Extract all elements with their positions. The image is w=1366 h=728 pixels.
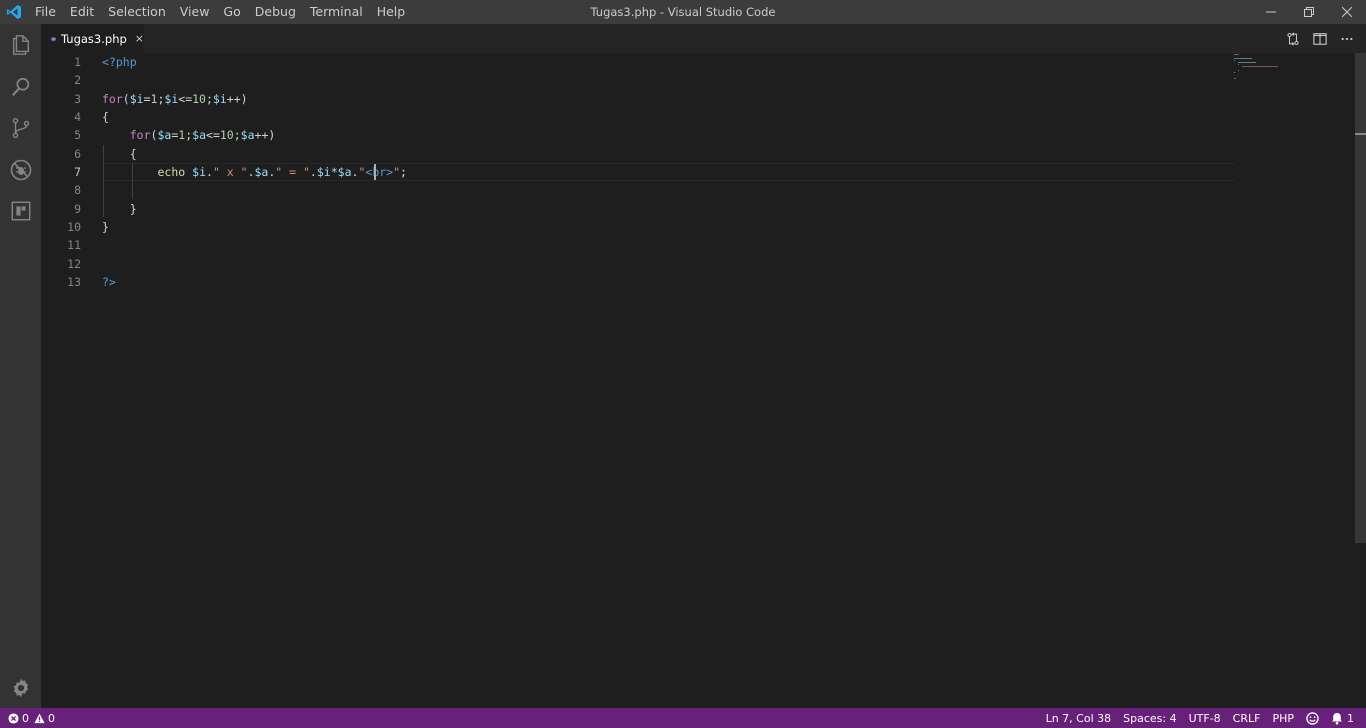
line-number-active: 7 <box>74 165 81 179</box>
scrollbar-thumb[interactable] <box>1355 53 1366 543</box>
line-number: 4 <box>74 110 81 124</box>
bell-icon <box>1332 712 1342 724</box>
encoding-setting[interactable]: UTF-8 <box>1183 708 1227 728</box>
line-number: 6 <box>74 147 81 161</box>
open-changes-button[interactable] <box>1279 24 1306 53</box>
code-line: ?> <box>102 275 116 289</box>
explorer-icon[interactable] <box>0 24 41 65</box>
cursor-position[interactable]: Ln 7, Col 38 <box>1040 708 1118 728</box>
menu-edit[interactable]: Edit <box>63 0 101 24</box>
code-line: for($i=1;$i<=10;$i++) <box>102 92 248 106</box>
smiley-icon <box>1306 711 1319 725</box>
indentation-setting[interactable]: Spaces: 4 <box>1117 708 1182 728</box>
error-icon <box>8 712 19 724</box>
line-number: 8 <box>74 183 81 197</box>
problems-indicator[interactable]: 0 0 <box>0 708 55 728</box>
menu-terminal[interactable]: Terminal <box>303 0 370 24</box>
line-number: 3 <box>74 92 81 106</box>
status-right-group: Ln 7, Col 38 Spaces: 4 UTF-8 CRLF PHP 1 <box>1040 708 1360 728</box>
restore-icon <box>1304 7 1314 17</box>
tab-tugas3-php[interactable]: Tugas3.php × <box>41 24 144 53</box>
menu-help[interactable]: Help <box>370 0 413 24</box>
more-actions-button[interactable] <box>1333 24 1360 53</box>
menu-go[interactable]: Go <box>216 0 247 24</box>
menu-selection[interactable]: Selection <box>101 0 173 24</box>
title-bar: File Edit Selection View Go Debug Termin… <box>0 0 1366 24</box>
minimap-preview <box>1234 54 1278 79</box>
line-number: 9 <box>74 202 81 216</box>
debug-icon[interactable] <box>0 149 41 190</box>
line-ending-setting[interactable]: CRLF <box>1227 708 1267 728</box>
code-line-active: echo $i." x ".$a." = ".$i*$a."<br>"; <box>157 165 407 179</box>
search-icon[interactable] <box>0 66 41 107</box>
notifications-button[interactable]: 1 <box>1325 708 1360 728</box>
vertical-scrollbar[interactable] <box>1355 53 1366 708</box>
code-line: for($a=1;$a<=10;$a++) <box>129 128 276 142</box>
gear-icon[interactable] <box>0 667 41 708</box>
warning-icon <box>34 712 45 723</box>
menu-file[interactable]: File <box>28 0 63 24</box>
minimap[interactable] <box>1234 53 1354 83</box>
menu-bar: File Edit Selection View Go Debug Termin… <box>28 0 412 24</box>
cursor-overview-marker <box>1355 133 1366 135</box>
open-changes-icon <box>1286 31 1299 46</box>
status-bar: 0 0 Ln 7, Col 38 Spaces: 4 UTF-8 CRLF PH… <box>0 708 1366 728</box>
split-editor-button[interactable] <box>1306 24 1333 53</box>
close-icon <box>1342 7 1352 17</box>
line-number: 5 <box>74 128 81 142</box>
extensions-icon[interactable] <box>0 190 41 231</box>
restore-button[interactable] <box>1290 0 1328 24</box>
split-editor-icon <box>1312 32 1327 45</box>
menu-view[interactable]: View <box>173 0 217 24</box>
tab-close-icon[interactable]: × <box>135 32 144 45</box>
close-window-button[interactable] <box>1328 0 1366 24</box>
line-number: 10 <box>67 220 81 234</box>
activity-bar <box>0 24 41 708</box>
warning-count: 0 <box>48 711 55 725</box>
code-line: { <box>102 110 109 124</box>
menu-debug[interactable]: Debug <box>248 0 303 24</box>
code-line: <?php <box>102 55 137 69</box>
line-number: 11 <box>67 238 81 252</box>
code-line: { <box>129 147 137 161</box>
minimize-icon <box>1266 11 1276 13</box>
tab-bar: Tugas3.php × <box>41 24 1366 53</box>
minimize-button[interactable] <box>1252 0 1290 24</box>
tab-label: Tugas3.php <box>61 31 127 46</box>
php-elephant-icon <box>51 36 56 41</box>
notification-count: 1 <box>1347 711 1354 725</box>
code-editor[interactable]: 1 2 3 4 5 6 7 8 9 10 11 12 13 <?php for(… <box>41 53 1366 708</box>
vscode-logo-icon <box>0 0 28 24</box>
error-count: 0 <box>22 711 29 725</box>
text-cursor <box>374 164 376 180</box>
ellipsis-icon <box>1340 37 1353 40</box>
window-controls <box>1252 0 1366 24</box>
line-number: 13 <box>67 275 81 289</box>
line-number: 1 <box>74 55 81 69</box>
editor-actions <box>1279 24 1360 53</box>
code-line: } <box>129 202 137 216</box>
line-number: 12 <box>67 257 81 271</box>
language-mode[interactable]: PHP <box>1266 708 1300 728</box>
feedback-button[interactable] <box>1300 708 1325 728</box>
line-number: 2 <box>74 73 81 87</box>
code-line: } <box>102 220 109 234</box>
source-control-icon[interactable] <box>0 107 41 148</box>
